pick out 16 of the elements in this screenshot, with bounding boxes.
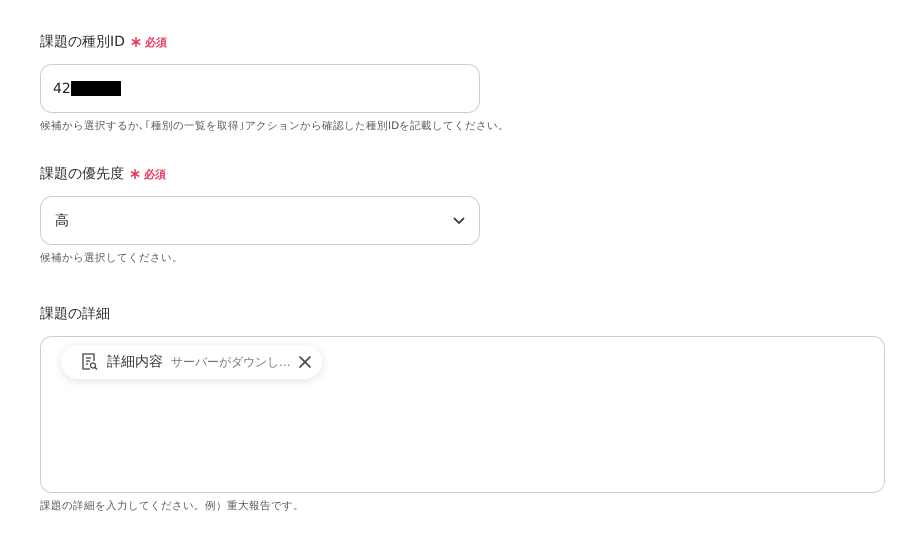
chip-name: 詳細内容: [107, 353, 163, 371]
chevron-down-icon: [453, 216, 465, 224]
close-icon[interactable]: [298, 355, 312, 369]
dropdown[interactable]: 高: [40, 196, 480, 245]
field-label: 課題の詳細: [40, 305, 110, 323]
text-area[interactable]: 詳細内容 サーバーがダウンし...: [40, 336, 885, 493]
variable-chip[interactable]: 詳細内容 サーバーがダウンし...: [61, 345, 322, 379]
field-label: 課題の種別ID: [40, 33, 125, 51]
hint-text: 候補から選択するか､｢種別の一覧を取得｣アクションから確認した種別IDを記載してください。: [40, 119, 510, 133]
required-label: 必須: [144, 166, 166, 182]
hint-text: 課題の詳細を入力してください。例）重大報告です。: [40, 499, 305, 513]
hint-text: 候補から選択してください。: [40, 251, 184, 265]
field-label: 課題の優先度: [40, 165, 124, 183]
chip-preview: サーバーがダウンし...: [171, 354, 290, 370]
required-label: 必須: [144, 34, 167, 50]
input-field[interactable]: 42: [40, 64, 480, 113]
